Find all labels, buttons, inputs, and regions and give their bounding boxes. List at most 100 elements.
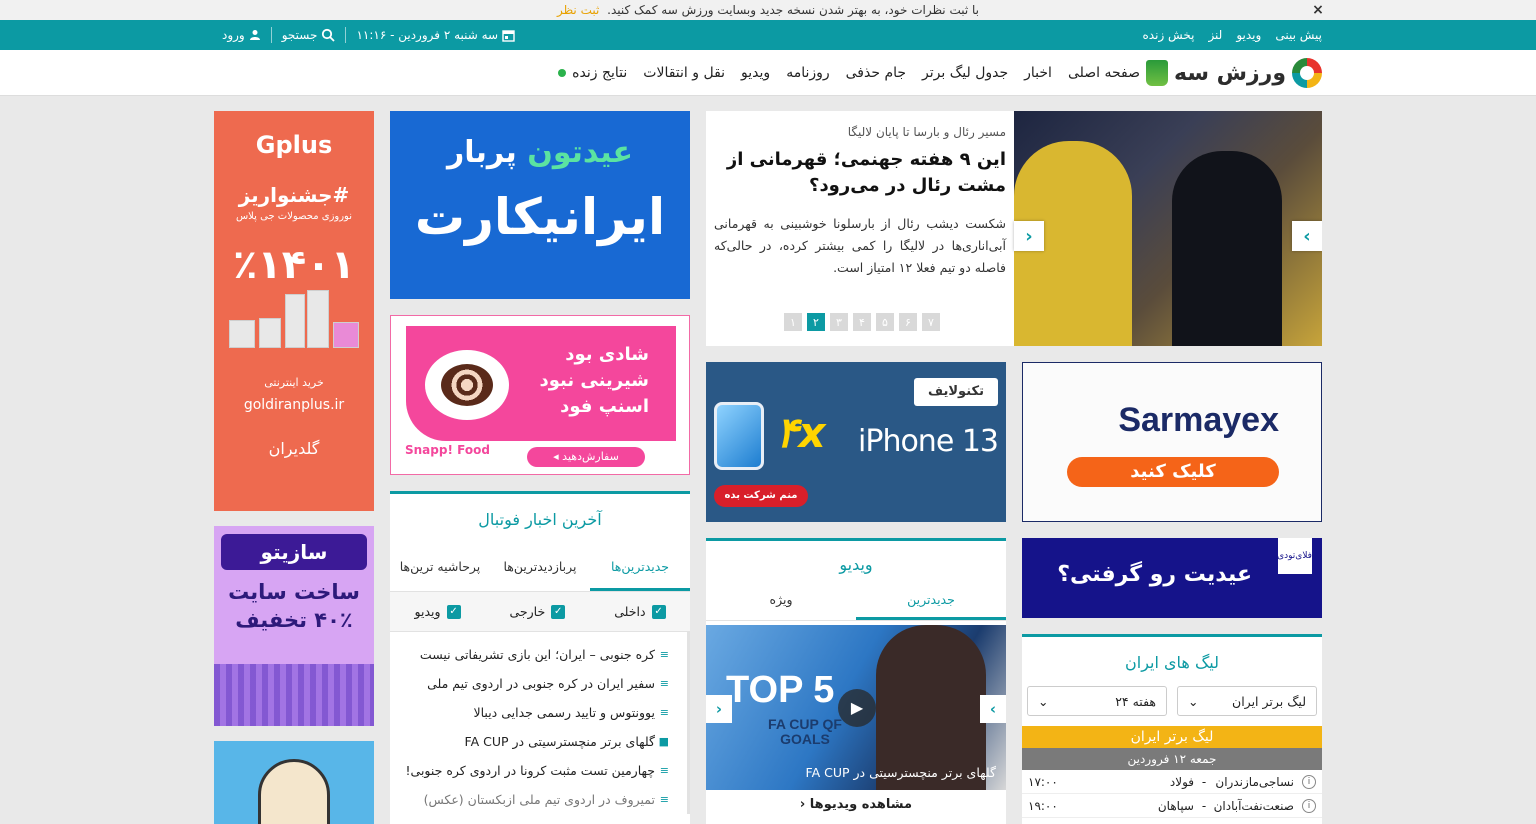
goldiran-logo: گلدیران	[268, 439, 320, 458]
login-button[interactable]: ورود	[222, 28, 261, 42]
feedback-notice: با ثبت نظرات خود، به بهتر شدن نسخه جدید …	[0, 0, 1536, 20]
sazito-line2: ۴۰٪ تخفیف	[235, 608, 353, 632]
week-select[interactable]: هفته ۲۴ ⌄	[1027, 686, 1167, 716]
table-row[interactable]: i صنعت‌نفت‌آبادان - سپاهان ۱۹:۰۰	[1022, 794, 1322, 818]
menu-video[interactable]: ویدیو	[741, 65, 770, 81]
snappfood-ad[interactable]: شادی بود شیرینی نبود اسنپ فود Snapp! Foo…	[390, 315, 690, 475]
menu-hazfi-cup[interactable]: جام حذفی	[846, 65, 906, 81]
view-videos-link[interactable]: مشاهده ویدیوها ‹	[706, 797, 1006, 812]
date-text: سه شنبه ۲ فروردین - ۱۱:۱۶	[356, 28, 499, 42]
video-box: ویدیو جدیدترین ویژه TOP 5 FA CUP QF GOAL…	[706, 538, 1006, 824]
slider-pagination: ۱ ۲ ۳ ۴ ۵ ۶ ۷	[784, 313, 940, 331]
video-thumbnail[interactable]: TOP 5 FA CUP QF GOALS ▶ گلهای برتر منچست…	[706, 625, 1006, 790]
grass-icon	[1146, 60, 1168, 86]
play-icon[interactable]: ▶	[838, 689, 876, 727]
menu-league-table[interactable]: جدول لیگ برتر	[922, 65, 1008, 81]
thumb-title: TOP 5	[726, 669, 835, 711]
gplus-ad[interactable]: Gplus #جشنواریز نوروزی محصولات جی پلاس ٪…	[214, 111, 374, 511]
snapp-order-button[interactable]: سفارش‌دهید ◂	[527, 447, 645, 467]
participate-button[interactable]: منم شرکت بده	[714, 485, 808, 507]
search-button[interactable]: جستجو	[282, 28, 336, 42]
iranikart-headline: عیدتون پربار	[390, 135, 690, 170]
phone-image	[714, 402, 764, 470]
menu-live-results[interactable]: نتایج زنده	[558, 65, 627, 81]
checkbox-checked-icon[interactable]: ✓	[551, 604, 566, 619]
text-lines-icon: ≡	[659, 764, 669, 777]
tab-controversial[interactable]: پرحاشیه ترین‌ها	[390, 547, 490, 591]
list-item[interactable]: ≡ چهارمین تست مثبت کرونا در اردوی کره جنو…	[398, 756, 669, 785]
chevron-down-icon: ⌄	[1038, 693, 1049, 709]
cartoon-face-image	[258, 759, 330, 824]
table-row[interactable]: i نساجی‌مازندران - فولاد ۱۷:۰۰	[1022, 770, 1322, 794]
tab-video-newest[interactable]: جدیدترین	[856, 584, 1006, 620]
top-link-lens[interactable]: لنز	[1208, 28, 1222, 42]
list-item[interactable]: ■ گلهای برتر منچسترسیتی در FA CUP	[398, 727, 669, 756]
tab-newest[interactable]: جدیدترین‌ها	[590, 547, 690, 591]
slider-page[interactable]: ۵	[876, 313, 894, 331]
iranikart-ad[interactable]: عیدتون پربار ایرانیکارت	[390, 111, 690, 299]
search-label: جستجو	[281, 28, 318, 42]
menu-news[interactable]: اخبار	[1024, 65, 1052, 81]
text-lines-icon: ≡	[659, 706, 669, 719]
slider-kicker: مسیر رئال و بارسا تا پایان لالیگا	[847, 125, 1006, 139]
chevron-right-icon[interactable]: ›	[1292, 221, 1322, 251]
technolife-ad[interactable]: تکنولایف iPhone 13 ۴x منم شرکت بده	[706, 362, 1006, 522]
cartoon-ad[interactable]	[214, 741, 374, 824]
menu-newspaper[interactable]: روزنامه	[786, 65, 829, 81]
filter-foreign[interactable]: ✓ خارجی	[510, 604, 566, 619]
chevron-left-icon[interactable]: ‹	[1014, 221, 1044, 251]
menu-transfers[interactable]: نقل و انتقالات	[643, 65, 725, 81]
tab-most-viewed[interactable]: پربازدیدترین‌ها	[490, 547, 590, 591]
league-select[interactable]: لیگ برتر ایران ⌄	[1177, 686, 1317, 716]
sarmayex-ad[interactable]: Sarmayex کلیک کنید	[1022, 362, 1322, 522]
site-logo[interactable]: ورزش سه	[1146, 58, 1322, 88]
times-four: ۴x	[776, 408, 826, 457]
slider-photo[interactable]	[1014, 111, 1322, 346]
slider-page[interactable]: ۱	[784, 313, 802, 331]
chevron-right-icon[interactable]: ›	[980, 695, 1006, 723]
slider-page[interactable]: ۷	[922, 313, 940, 331]
list-item[interactable]: ≡ سفیر ایران در کره جنوبی در اردوی تیم مل…	[398, 669, 669, 698]
feedback-link[interactable]: ثبت نظر	[557, 3, 599, 17]
checkbox-checked-icon[interactable]: ✓	[446, 604, 461, 619]
filter-video[interactable]: ✓ ویدیو	[415, 604, 461, 619]
flytoday-ad[interactable]: فلای‌تودی عیدیت رو گرفتی؟	[1022, 538, 1322, 618]
close-icon[interactable]: ×	[1310, 0, 1326, 20]
news-item-title: چهارمین تست مثبت کرونا در اردوی کره جنوب…	[405, 763, 655, 778]
filter-label: داخلی	[614, 604, 646, 619]
chevron-down-icon: ⌄	[1188, 693, 1199, 709]
top-link-live[interactable]: پخش زنده	[1143, 28, 1195, 42]
text-lines-icon: ≡	[659, 793, 669, 806]
sarmayex-click-button[interactable]: کلیک کنید	[1067, 457, 1279, 487]
user-icon	[249, 30, 260, 40]
slider-page[interactable]: ۳	[830, 313, 848, 331]
slider-title[interactable]: این ۹ هفته جهنمی؛ قهرمانی از مشت رئال در…	[714, 147, 1006, 199]
filter-domestic[interactable]: ✓ داخلی	[614, 604, 666, 619]
video-caption: گلهای برتر منچسترسیتی در FA CUP	[805, 765, 996, 780]
video-title: ویدیو	[839, 555, 873, 574]
slider-page[interactable]: ۴	[853, 313, 871, 331]
tab-video-special[interactable]: ویژه	[706, 584, 856, 620]
top-link-video[interactable]: ویدیو	[1236, 28, 1261, 42]
top-link-prediction[interactable]: پیش بینی	[1275, 28, 1322, 42]
news-item-title: سفیر ایران در کره جنوبی در اردوی تیم ملی	[427, 676, 655, 691]
info-icon[interactable]: i	[1302, 774, 1316, 789]
menu-home[interactable]: صفحه اصلی	[1068, 65, 1140, 81]
chevron-left-icon[interactable]: ‹	[706, 695, 732, 723]
filter-label: ویدیو	[414, 604, 441, 619]
eidi-text: عیدیت رو گرفتی؟	[1057, 562, 1252, 587]
iranikart-brand: ایرانیکارت	[414, 188, 666, 246]
list-item[interactable]: ≡ کره جنوبی – ایران؛ این بازی تشریفاتی نی…	[398, 640, 669, 669]
gplus-year: ٪۱۴۰۱	[232, 242, 356, 288]
info-icon[interactable]: i	[1302, 798, 1316, 813]
match-date: جمعه ۱۲ فروردین	[1022, 748, 1322, 770]
list-item[interactable]: ≡ تمیروف در اردوی تیم ملی ازبکستان (عکس)	[398, 785, 669, 814]
divider	[345, 27, 347, 43]
slider-page[interactable]: ۶	[899, 313, 917, 331]
list-item[interactable]: ≡ یوونتوس و تایید رسمی جدایی دیبالا	[398, 698, 669, 727]
checkbox-checked-icon[interactable]: ✓	[651, 604, 666, 619]
top-bar: پیش بینی ویدیو لنز پخش زنده ورود جستجو س…	[0, 20, 1536, 50]
sazito-line1: ساخت سایت	[228, 580, 360, 604]
slider-page-active[interactable]: ۲	[807, 313, 825, 331]
sazito-ad[interactable]: سازیتو ساخت سایت ۴۰٪ تخفیف	[214, 526, 374, 726]
